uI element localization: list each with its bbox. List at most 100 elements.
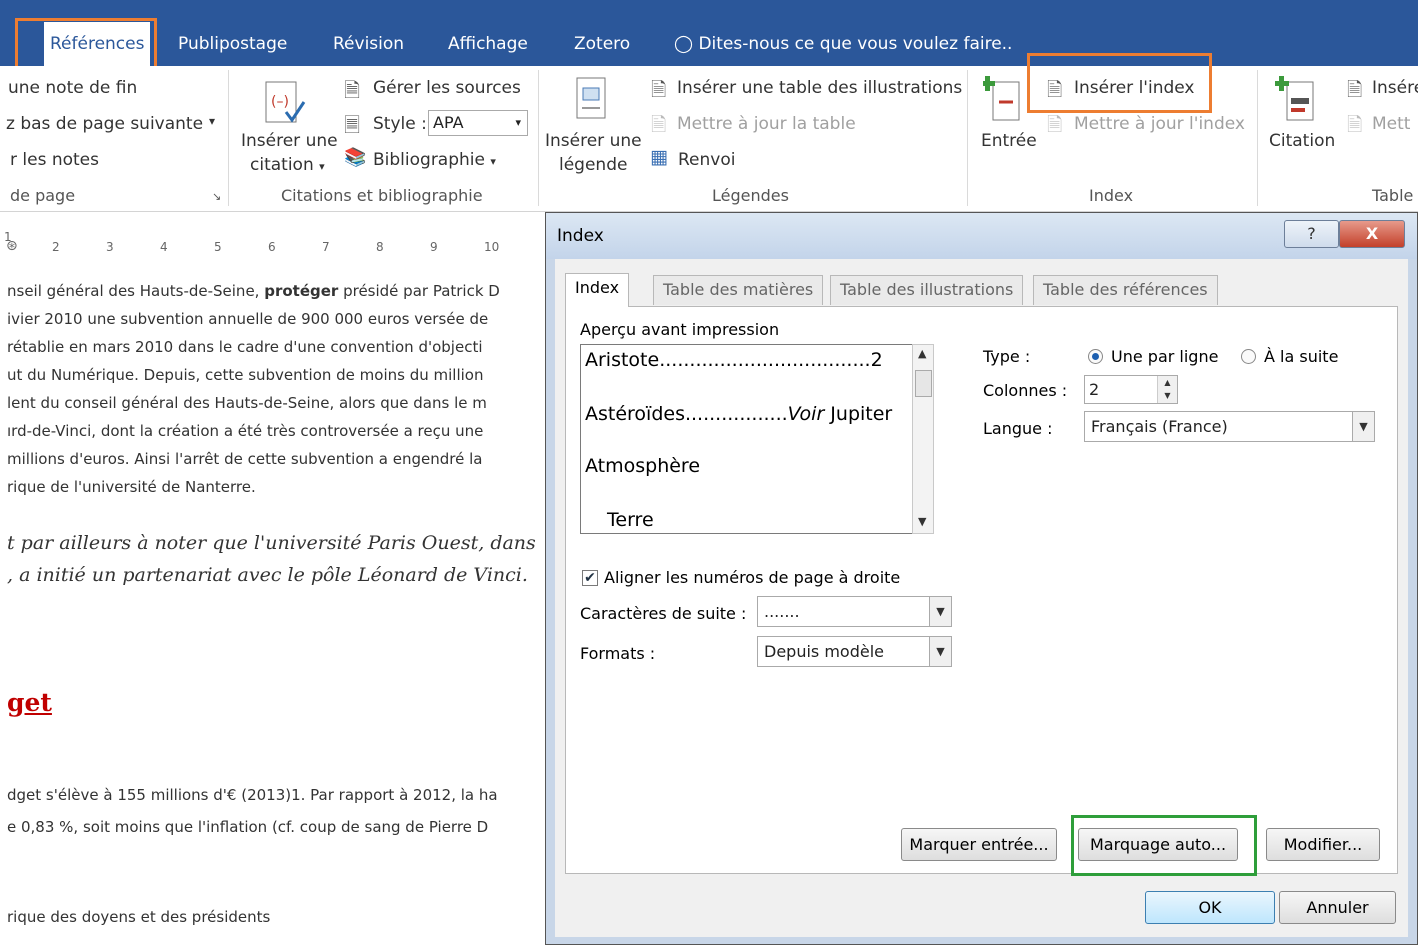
automark-button[interactable]: Marquage auto...: [1078, 828, 1238, 861]
tell-me-box[interactable]: ◯ Dites-nous ce que vous voulez faire..: [674, 22, 1012, 66]
cross-reference-button[interactable]: Renvoi: [678, 150, 735, 170]
preview-entry-text: Astéroïdes.................: [585, 403, 788, 425]
tab-index[interactable]: Index: [565, 273, 630, 307]
chevron-down-icon[interactable]: ▼: [929, 637, 951, 666]
tab-review[interactable]: Révision: [327, 22, 410, 66]
cancel-button[interactable]: Annuler: [1279, 891, 1396, 924]
style-label: Style :: [373, 114, 427, 134]
ruler-tick: 1: [4, 230, 12, 244]
type-label: Type :: [983, 347, 1031, 366]
spinner-arrows-icon[interactable]: ▲ ▼: [1157, 376, 1177, 403]
insert-toa-button[interactable]: Inséré: [1372, 78, 1418, 98]
scroll-up-icon[interactable]: ▲: [918, 347, 926, 360]
type-one-per-line-radio[interactable]: [1088, 349, 1103, 364]
tab-zotero[interactable]: Zotero: [568, 22, 636, 66]
mark-citation-icon[interactable]: [1275, 74, 1319, 124]
align-right-checkbox[interactable]: ✔: [582, 570, 598, 586]
document-page[interactable]: nseil général des Hauts-de-Seine, protég…: [0, 258, 548, 945]
preview-scrollbar[interactable]: ▲ ▼: [912, 344, 934, 534]
scroll-down-icon[interactable]: ▼: [918, 515, 926, 528]
tab-mailings[interactable]: Publipostage: [172, 22, 293, 66]
mark-entry-icon[interactable]: [983, 74, 1023, 124]
doc-line: ırd-de-Vinci, dont la création a été trè…: [7, 422, 484, 440]
tab-table-of-figures[interactable]: Table des illustrations: [830, 275, 1024, 305]
scroll-thumb[interactable]: [915, 370, 932, 397]
insert-index-button[interactable]: Insérer l'index: [1074, 78, 1194, 98]
insert-caption-icon[interactable]: [575, 76, 609, 122]
chevron-down-icon[interactable]: ▼: [1352, 412, 1374, 441]
ruler-tick: 2: [52, 240, 60, 254]
insert-index-icon: 🗎: [1047, 79, 1063, 101]
type-run-in-radio[interactable]: [1241, 349, 1256, 364]
bibliography-button[interactable]: Bibliographie ▾: [373, 150, 496, 170]
chevron-down-icon[interactable]: ▼: [929, 597, 951, 626]
captions-group-label: Légendes: [712, 186, 789, 205]
formats-label: Formats :: [580, 644, 656, 663]
ok-button[interactable]: OK: [1145, 891, 1275, 924]
next-footnote-button[interactable]: z bas de page suivante: [6, 114, 203, 134]
formats-dropdown[interactable]: Depuis modèle ▼: [757, 636, 952, 667]
mark-entry-dialog-button[interactable]: Marquer entrée...: [901, 828, 1057, 861]
columns-spinner[interactable]: 2 ▲ ▼: [1084, 375, 1178, 404]
tab-table-of-contents[interactable]: Table des matières: [653, 275, 824, 305]
close-button[interactable]: X: [1339, 220, 1405, 248]
doc-line: , a initié un partenariat avec le pôle L…: [7, 564, 528, 586]
preview-entry-atmosphere: Atmosphère: [585, 455, 701, 477]
cross-reference-icon: ▦: [650, 146, 668, 168]
index-dialog: Index ? X Index Table des matières Table…: [545, 212, 1418, 945]
svg-text:(–): (–): [271, 94, 289, 110]
doc-line: lent du conseil général des Hauts-de-Sei…: [7, 394, 487, 412]
chevron-down-icon[interactable]: ▾: [209, 114, 215, 128]
insert-citation-label-2[interactable]: citation ▾: [250, 155, 325, 175]
ribbon: une note de fin z bas de page suivante ▾…: [0, 66, 1418, 212]
group-separator: [538, 70, 539, 206]
ruler-tick: 3: [106, 240, 114, 254]
dialog-title-bar[interactable]: Index ? X: [546, 213, 1417, 259]
tab-leader-value: .......: [764, 602, 800, 621]
ribbon-tab-bar: Références Publipostage Révision Afficha…: [0, 0, 1418, 66]
mark-entry-button[interactable]: Entrée: [981, 131, 1037, 151]
tab-leader-label: Caractères de suite :: [580, 604, 747, 623]
insert-citation-icon[interactable]: (–): [262, 80, 306, 126]
language-dropdown[interactable]: Français (France) ▼: [1084, 411, 1375, 442]
group-separator: [228, 70, 229, 206]
ruler-tick: 10: [484, 240, 500, 254]
insert-table-figures-button[interactable]: Insérer une table des illustrations: [677, 78, 962, 98]
align-right-label[interactable]: Aligner les numéros de page à droite: [604, 568, 900, 587]
insert-citation-label-1[interactable]: Insérer une: [241, 131, 338, 151]
help-button[interactable]: ?: [1284, 220, 1339, 248]
update-table-button[interactable]: Mettre à jour la table: [677, 114, 856, 134]
horizontal-ruler[interactable]: ⊛ 2 3 4 5 6 7 8 9 10 1: [0, 212, 560, 258]
modify-button[interactable]: Modifier...: [1266, 828, 1380, 861]
columns-value: 2: [1089, 380, 1100, 399]
tab-leader-dropdown[interactable]: ....... ▼: [757, 596, 952, 627]
table-figures-icon: 🗎: [651, 79, 667, 101]
lightbulb-icon: ◯: [674, 34, 694, 54]
group-separator: [1257, 70, 1258, 206]
ruler-tick: 9: [430, 240, 438, 254]
dialog-launcher-icon[interactable]: ↘: [212, 190, 221, 203]
insert-endnote-button[interactable]: une note de fin: [8, 78, 137, 98]
tab-references[interactable]: Références: [44, 22, 151, 66]
index-tab-panel: Aperçu avant impression Aristote........…: [565, 306, 1398, 874]
update-index-button[interactable]: Mettre à jour l'index: [1074, 114, 1245, 134]
mark-citation-button[interactable]: Citation: [1269, 131, 1335, 151]
ruler-tick: 4: [160, 240, 168, 254]
chevron-down-icon: ▾: [515, 116, 521, 129]
style-combobox[interactable]: APA ▾: [428, 110, 528, 136]
tab-table-of-authorities[interactable]: Table des références: [1033, 275, 1218, 305]
manage-sources-button[interactable]: Gérer les sources: [373, 78, 521, 98]
type-one-per-line-label[interactable]: Une par ligne: [1111, 347, 1218, 366]
tab-view[interactable]: Affichage: [442, 22, 534, 66]
update-index-icon: 🗎: [1047, 114, 1063, 136]
update-toa-button[interactable]: Mett: [1372, 114, 1410, 134]
show-notes-button[interactable]: r les notes: [10, 150, 99, 170]
preview-entry-text: Jupiter: [824, 403, 893, 425]
doc-line-text: nseil général des Hauts-de-Seine,: [7, 282, 265, 300]
insert-caption-label-1[interactable]: Insérer une: [545, 131, 642, 151]
bibliography-icon: 📚: [344, 147, 367, 168]
insert-caption-label-2[interactable]: légende: [559, 155, 627, 175]
preview-label: Aperçu avant impression: [580, 320, 780, 339]
type-run-in-label[interactable]: À la suite: [1264, 347, 1338, 366]
bibliography-label: Bibliographie: [373, 150, 485, 170]
